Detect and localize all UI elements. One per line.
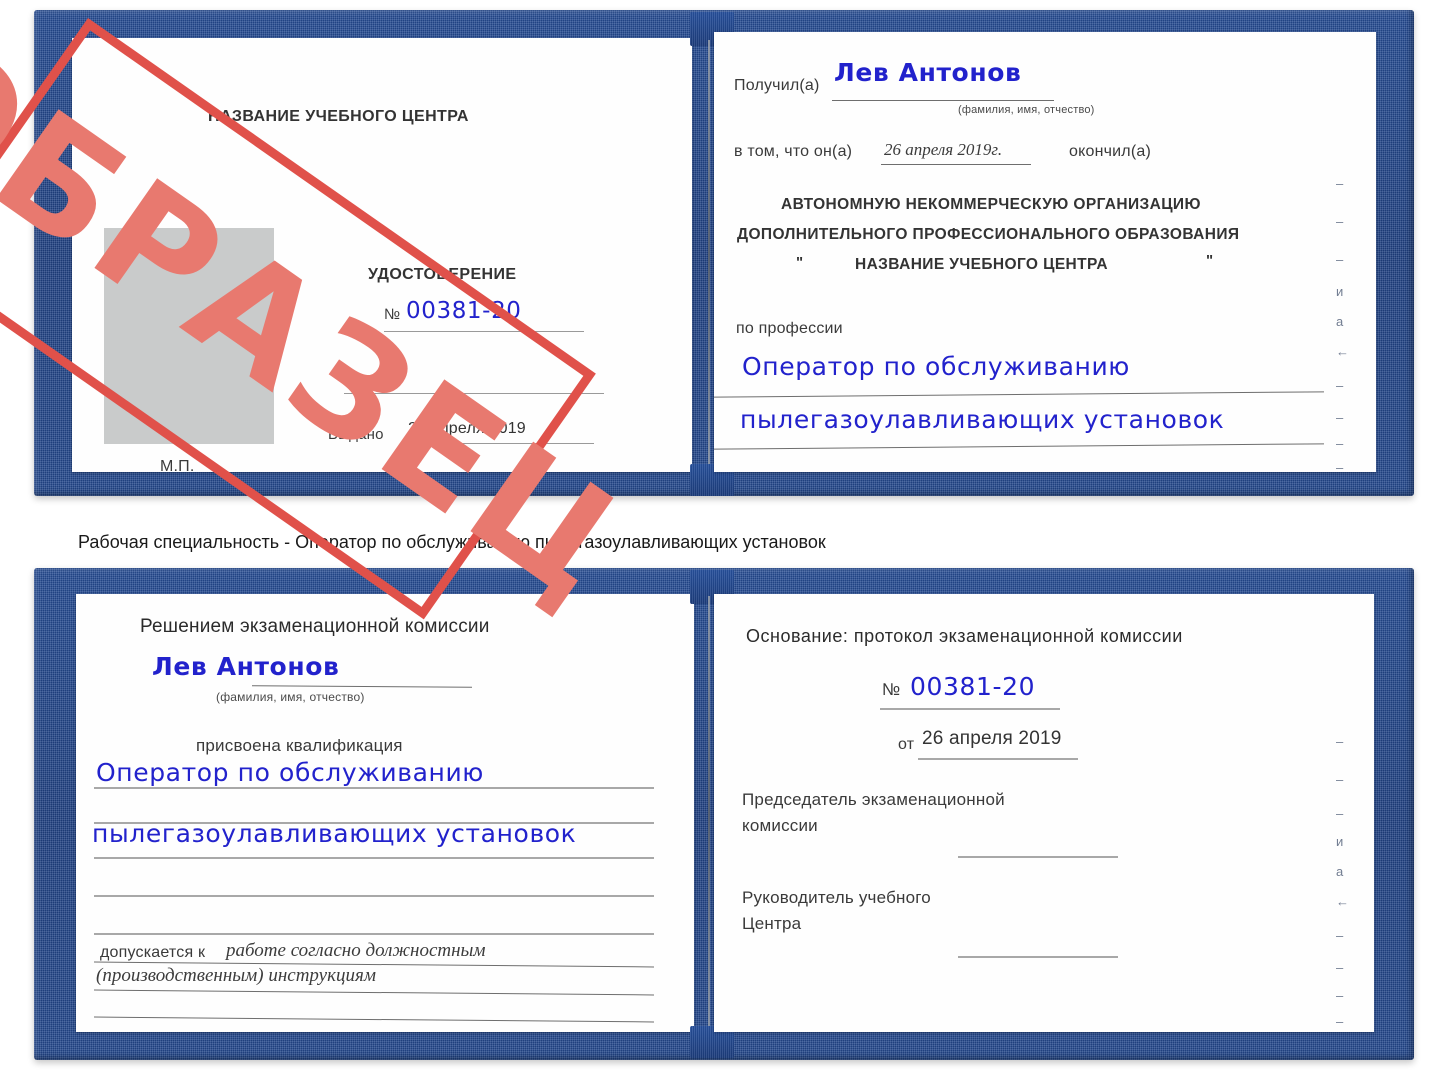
issued-value: 26 апреля 2019 <box>408 420 526 437</box>
margin-ghost-7: – <box>1336 410 1344 425</box>
fio-hint-bottom: (фамилия, имя, отчество) <box>216 690 365 704</box>
margin-ghost-4: а <box>1336 314 1344 329</box>
fio-hint: (фамилия, имя, отчество) <box>958 104 1095 116</box>
margin-ghost-b6: – <box>1336 928 1344 943</box>
certificate-bottom-right-page: Основание: протокол экзаменационной коми… <box>714 594 1374 1032</box>
certificate-top-spine <box>708 40 710 470</box>
protocol-date-rule <box>918 758 1078 760</box>
head-line-1: Руководитель учебного <box>742 888 931 907</box>
org-line-3: НАЗВАНИЕ УЧЕБНОГО ЦЕНТРА <box>855 256 1108 273</box>
student-name: Лев Антонов <box>152 652 340 681</box>
in-that-rule <box>881 164 1031 165</box>
certificate-bottom-left-page: Решением экзаменационной комиссии Лев Ан… <box>76 594 694 1032</box>
margin-ghost-3: и <box>1336 284 1344 299</box>
photo-placeholder <box>104 228 274 444</box>
received-value: Лев Антонов <box>834 58 1022 87</box>
org-quote-open: " <box>796 254 804 271</box>
blank-rule-1 <box>344 393 604 394</box>
protocol-number-value: 00381-20 <box>910 672 1036 701</box>
margin-ghost-0: – <box>1336 176 1344 191</box>
allowed-rule-3 <box>94 1016 654 1023</box>
protocol-number-rule <box>880 708 1060 710</box>
org-line-1: АВТОНОМНУЮ НЕКОММЕРЧЕСКУЮ ОРГАНИЗАЦИЮ <box>781 196 1201 213</box>
doc-type-label: УДОСТОВЕРЕНИЕ <box>368 266 517 283</box>
margin-ghost-b4: а <box>1336 864 1344 879</box>
certificate-top-left-page: НАЗВАНИЕ УЧЕБНОГО ЦЕНТРА УДОСТОВЕРЕНИЕ №… <box>72 38 692 475</box>
protocol-date-value: 26 апреля 2019 <box>922 728 1062 749</box>
certificate-top-right-page: Получил(а) Лев Антонов (фамилия, имя, от… <box>714 32 1376 475</box>
profession-value-1: Оператор по обслуживанию <box>742 352 1130 381</box>
chairman-line-2: комиссии <box>742 816 818 835</box>
margin-ghost-b2: – <box>1336 806 1344 821</box>
qual-rule-5 <box>94 933 654 935</box>
allowed-value-2: (производственным) инструкциям <box>96 965 376 986</box>
profession-value-2: пылегазоулавливающих установок <box>740 405 1225 434</box>
received-rule <box>832 100 1054 101</box>
profession-label: по профессии <box>736 320 843 337</box>
org-title: НАЗВАНИЕ УЧЕБНОГО ЦЕНТРА <box>208 108 469 125</box>
profession-rule-2 <box>714 443 1324 450</box>
margin-ghost-1: – <box>1336 214 1344 229</box>
profession-rule-1 <box>714 391 1324 398</box>
margin-ghost-b5: ← <box>1336 894 1349 909</box>
protocol-number-label: № <box>882 680 901 699</box>
org-quote-close: " <box>1206 252 1214 269</box>
margin-ghost-9: – <box>1336 460 1344 475</box>
allowed-value-1: работе согласно должностным <box>226 940 486 961</box>
margin-ghost-8: – <box>1336 436 1344 451</box>
in-that-label: в том, что он(а) <box>734 143 853 160</box>
qualification-label: присвоена квалификация <box>196 736 403 755</box>
certificate-bottom-spine <box>708 596 710 1034</box>
basis-label: Основание: протокол экзаменационной коми… <box>746 626 1183 646</box>
margin-ghost-b7: – <box>1336 960 1344 975</box>
allowed-rule-2 <box>94 989 654 996</box>
margin-ghost-b0: – <box>1336 734 1344 749</box>
margin-ghost-6: – <box>1336 378 1344 393</box>
margin-ghost-b9: – <box>1336 1014 1344 1029</box>
margin-ghost-b8: – <box>1336 988 1344 1003</box>
commission-heading: Решением экзаменационной комиссии <box>140 616 490 637</box>
qual-rule-3 <box>94 857 654 859</box>
qualification-value-1: Оператор по обслуживанию <box>96 758 484 787</box>
chairman-line-1: Председатель экзаменационной <box>742 790 1005 809</box>
in-that-date: 26 апреля 2019г. <box>884 140 1003 159</box>
qual-rule-4 <box>94 895 654 897</box>
head-signature-rule <box>958 956 1118 958</box>
org-line-2: ДОПОЛНИТЕЛЬНОГО ПРОФЕССИОНАЛЬНОГО ОБРАЗО… <box>737 226 1240 243</box>
chairman-signature-rule <box>958 856 1118 858</box>
margin-ghost-2: – <box>1336 252 1344 267</box>
name-rule <box>251 685 473 688</box>
qual-rule-1 <box>94 787 654 789</box>
issued-rule <box>404 443 594 444</box>
number-label: № <box>384 306 401 323</box>
allowed-label: допускается к <box>100 944 206 961</box>
number-value: 00381-20 <box>406 298 522 324</box>
margin-ghost-b1: – <box>1336 772 1344 787</box>
seal-label: М.П. <box>160 458 195 475</box>
qualification-value-2: пылегазоулавливающих установок <box>92 819 577 848</box>
head-line-2: Центра <box>742 914 802 933</box>
received-label: Получил(а) <box>734 77 820 94</box>
issued-label: Выдано <box>328 426 384 443</box>
page-caption: Рабочая специальность - Оператор по обсл… <box>78 532 826 552</box>
finished-label: окончил(а) <box>1069 143 1151 160</box>
protocol-date-label: от <box>898 736 915 753</box>
margin-ghost-b3: и <box>1336 834 1344 849</box>
margin-ghost-5: ← <box>1336 344 1349 359</box>
number-rule <box>384 331 584 332</box>
